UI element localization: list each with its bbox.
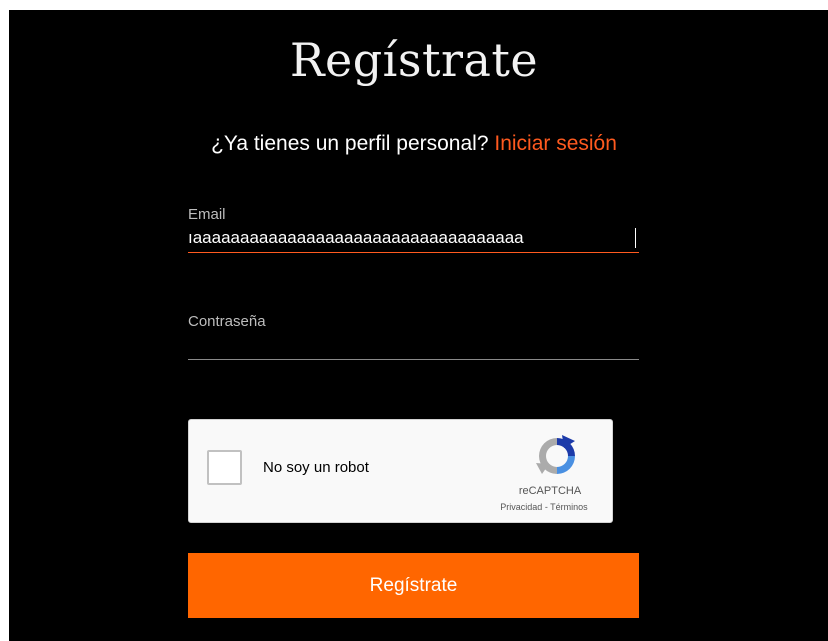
text-cursor	[635, 228, 636, 248]
login-prompt-text: ¿Ya tienes un perfil personal?	[211, 132, 489, 155]
links-separator: -	[542, 502, 551, 512]
recaptcha-checkbox[interactable]	[207, 450, 242, 485]
email-input-wrapper: ıaaaaaaaaaaaaaaaaaaaaaaaaaaaaaaaaaaa	[188, 224, 639, 252]
recaptcha-brand: reCAPTCHA	[518, 485, 582, 497]
register-button[interactable]: Regístrate	[188, 553, 639, 618]
privacy-link[interactable]: Privacidad	[500, 502, 542, 512]
email-label: Email	[188, 206, 226, 223]
email-input[interactable]: ıaaaaaaaaaaaaaaaaaaaaaaaaaaaaaaaaaaa	[188, 224, 639, 252]
password-label: Contraseña	[188, 313, 266, 330]
page-title: Regístrate	[289, 33, 539, 87]
email-field: Email ıaaaaaaaaaaaaaaaaaaaaaaaaaaaaaaaaa…	[188, 206, 639, 253]
password-field: Contraseña	[188, 313, 639, 360]
login-prompt: ¿Ya tienes un perfil personal? Iniciar s…	[0, 131, 828, 157]
email-underline	[188, 252, 639, 253]
terms-link[interactable]: Términos	[550, 502, 588, 512]
password-input[interactable]	[188, 331, 639, 359]
recaptcha-links: Privacidad - Términos	[483, 502, 605, 512]
recaptcha-widget: No soy un robot reCAPTCHA Privacidad - T…	[188, 419, 613, 523]
recaptcha-icon	[536, 435, 575, 474]
password-underline	[188, 359, 639, 360]
login-link[interactable]: Iniciar sesión	[494, 132, 617, 155]
recaptcha-label: No soy un robot	[263, 459, 369, 476]
